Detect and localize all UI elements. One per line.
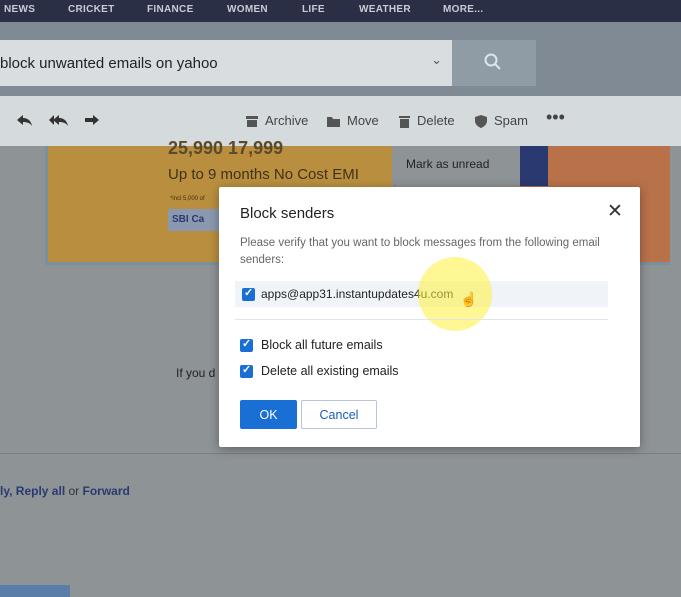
forward-icon — [85, 115, 99, 125]
top-nav: NEWS CRICKET FINANCE WOMEN LIFE WEATHER … — [0, 0, 681, 22]
cancel-button[interactable]: Cancel — [301, 400, 377, 429]
search-region: block unwanted emails on yahoo ⌄ — [0, 22, 681, 96]
nav-more[interactable]: MORE... — [443, 4, 483, 15]
delete-button[interactable]: Delete — [398, 113, 455, 128]
search-icon — [484, 53, 501, 70]
forward-button[interactable] — [84, 113, 100, 127]
spam-label: Spam — [494, 113, 528, 128]
block-senders-dialog: Block senders ✕ Please verify that you w… — [219, 187, 640, 447]
bottom-bar — [0, 585, 70, 597]
search-button[interactable] — [452, 40, 536, 86]
delete-existing-label: Delete all existing emails — [261, 364, 399, 378]
nav-weather[interactable]: WEATHER — [359, 4, 411, 15]
archive-button[interactable]: Archive — [245, 113, 308, 128]
divider — [0, 453, 681, 454]
reply-link[interactable]: ly, — [0, 484, 16, 498]
archive-icon — [246, 115, 258, 127]
more-actions-icon[interactable]: ••• — [546, 107, 565, 128]
move-icon — [327, 116, 340, 127]
chevron-down-icon[interactable]: ⌄ — [431, 52, 442, 68]
trash-icon — [399, 115, 410, 128]
reply-icon — [17, 115, 32, 126]
sender-checkbox[interactable] — [242, 286, 255, 301]
message-toolbar: Archive Move Delete Spam ••• — [0, 96, 681, 146]
reply-button[interactable] — [16, 113, 32, 127]
search-input[interactable]: block unwanted emails on yahoo ⌄ — [0, 40, 452, 86]
nav-cricket[interactable]: CRICKET — [68, 4, 115, 15]
forward-link[interactable]: Forward — [83, 484, 130, 498]
nav-finance[interactable]: FINANCE — [147, 4, 194, 15]
shield-icon — [475, 114, 487, 128]
move-label: Move — [347, 113, 379, 128]
nav-news[interactable]: NEWS — [4, 4, 35, 15]
ok-button[interactable]: OK — [240, 400, 297, 429]
move-button[interactable]: Move — [326, 113, 379, 128]
reply-links: ly, Reply all or Forward — [0, 484, 130, 498]
nav-life[interactable]: LIFE — [302, 4, 325, 15]
ad-headline: Up to 9 months No Cost EMI — [168, 166, 359, 183]
block-future-label: Block all future emails — [261, 338, 383, 352]
dialog-title: Block senders — [240, 205, 335, 222]
ad-fineprint: *incl 5,000 of — [170, 196, 205, 202]
delete-label: Delete — [417, 113, 455, 128]
hand-cursor-icon: ☝ — [460, 291, 478, 307]
spam-button[interactable]: Spam — [474, 113, 528, 128]
reply-or-text: or — [65, 484, 83, 498]
search-input-value: block unwanted emails on yahoo — [0, 55, 218, 72]
reply-all-icon — [49, 115, 68, 126]
nav-women[interactable]: WOMEN — [227, 4, 268, 15]
close-icon[interactable]: ✕ — [607, 202, 623, 221]
archive-label: Archive — [265, 113, 309, 128]
reply-all-button[interactable] — [48, 113, 68, 127]
dialog-description: Please verify that you want to block mes… — [240, 237, 600, 266]
reply-all-link[interactable]: Reply all — [16, 484, 65, 498]
ad-price: 25,990 17,999 — [168, 138, 284, 158]
delete-existing-checkbox[interactable] — [240, 363, 253, 378]
message-body-text: If you d — [176, 366, 216, 380]
block-future-checkbox[interactable] — [240, 337, 253, 352]
context-menu: Mark as unread — [392, 146, 517, 184]
ad-logo-block — [520, 146, 548, 186]
dialog-divider — [235, 319, 608, 320]
sbi-card-logo: SBI Ca — [168, 209, 224, 231]
mark-unread-item[interactable]: Mark as unread — [406, 157, 489, 171]
